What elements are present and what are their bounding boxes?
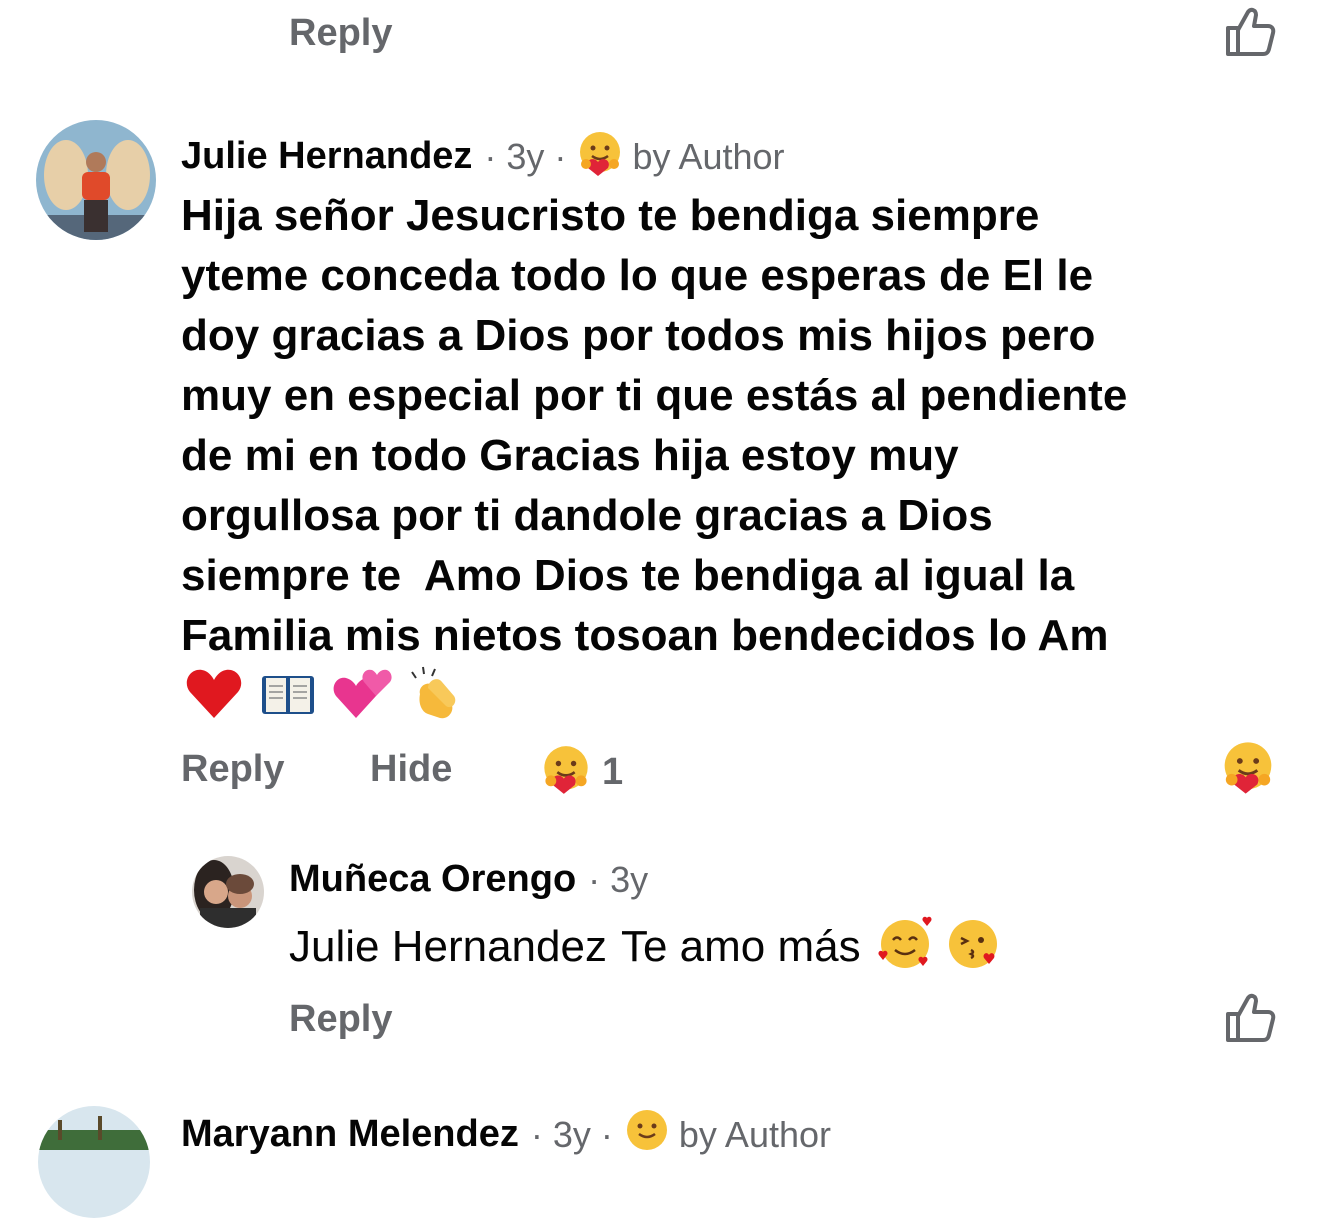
hide-button[interactable]: Hide xyxy=(370,748,452,791)
like-icon[interactable] xyxy=(1222,990,1278,1046)
mention-link[interactable]: Julie Hernandez xyxy=(289,922,607,972)
avatar-photo xyxy=(38,1106,150,1218)
hugging-face-icon xyxy=(1224,742,1272,794)
comment-timestamp[interactable]: · 3y · xyxy=(484,136,566,178)
comment-emojis xyxy=(184,664,466,729)
comment-body: Hija señor Jesucristo te bendiga siempre… xyxy=(181,186,1291,666)
avatar-photo xyxy=(192,856,264,928)
avatar[interactable] xyxy=(38,1106,150,1218)
reply-author-name[interactable]: Muñeca Orengo xyxy=(289,858,576,901)
face-blowing-kiss-icon xyxy=(943,914,1003,979)
comment-timestamp[interactable]: · 3y · xyxy=(531,1114,613,1156)
reaction-summary[interactable]: 1 xyxy=(540,744,623,801)
clapping-hands-icon xyxy=(406,664,466,729)
comment-line: orgullosa por ti dandole gracias a Dios xyxy=(181,491,993,540)
reacted-by-author: by Author xyxy=(632,135,785,177)
reaction-button[interactable] xyxy=(1220,740,1276,801)
comment-line: siempre te Amo Dios te bendiga al igual … xyxy=(181,551,1075,600)
hugging-face-icon xyxy=(623,1108,671,1161)
avatar-photo xyxy=(36,120,156,240)
comment-author-name[interactable]: Maryann Melendez xyxy=(181,1113,519,1156)
smiling-face-with-hearts-icon xyxy=(875,914,935,979)
reply-button[interactable]: Reply xyxy=(181,748,284,791)
hugging-face-icon xyxy=(540,744,592,801)
reacted-by-author: by Author xyxy=(678,1113,831,1155)
reply-button[interactable]: Reply xyxy=(289,12,392,55)
like-icon[interactable] xyxy=(1222,4,1278,60)
reaction-count: 1 xyxy=(602,751,624,793)
comment-line: muy en especial por ti que estás al pend… xyxy=(181,371,1128,420)
revolving-hearts-icon xyxy=(332,664,392,729)
comment-author-name[interactable]: Julie Hernandez xyxy=(181,135,472,178)
comment-line: Familia mis nietos tosoan bendecidos lo … xyxy=(181,611,1109,660)
open-book-icon xyxy=(258,664,318,729)
reply-body: Te amo más xyxy=(620,921,861,971)
reply-button[interactable]: Reply xyxy=(289,998,392,1041)
comment-line: de mi en todo Gracias hija estoy muy xyxy=(181,431,959,480)
red-heart-icon xyxy=(184,664,244,729)
comment-line: Hija señor Jesucristo te bendiga siempre xyxy=(181,191,1040,240)
avatar[interactable] xyxy=(36,120,156,240)
reply-timestamp[interactable]: · 3y xyxy=(588,859,648,901)
avatar[interactable] xyxy=(192,856,264,928)
comment-line: doy gracias a Dios por todos mis hijos p… xyxy=(181,311,1096,360)
hugging-face-icon xyxy=(576,130,624,183)
comment-line: yteme conceda todo lo que esperas de El … xyxy=(181,251,1094,300)
